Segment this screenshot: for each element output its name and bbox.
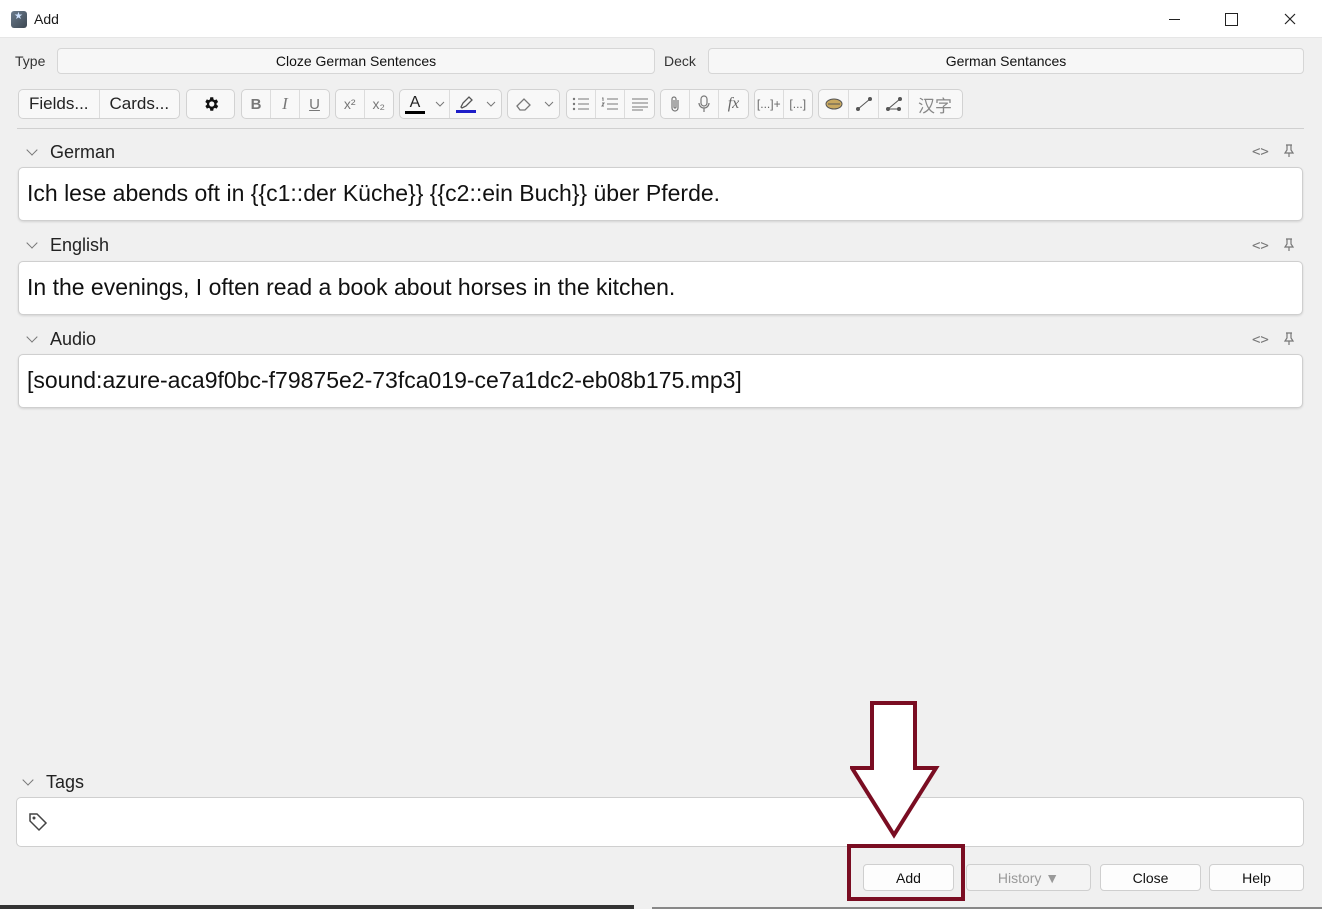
microphone-icon xyxy=(698,95,710,112)
unordered-list-button[interactable] xyxy=(567,90,596,118)
pin-icon[interactable] xyxy=(1283,238,1295,255)
chevron-down-icon xyxy=(435,101,444,107)
anki-app-icon xyxy=(11,11,27,28)
field-label-audio: Audio xyxy=(50,329,97,349)
chevron-down-icon xyxy=(486,101,496,107)
deck-selector[interactable]: German Sentances xyxy=(708,48,1304,74)
cloze-same-button[interactable]: [...] xyxy=(784,90,812,118)
eraser-icon xyxy=(515,98,531,111)
chevron-down-icon xyxy=(544,101,554,107)
settings-group xyxy=(186,89,235,119)
gear-icon xyxy=(204,97,218,111)
italic-button[interactable]: I xyxy=(271,90,300,118)
paperclip-icon xyxy=(671,96,679,112)
script-group: x² x₂ xyxy=(335,89,394,119)
annotation-down-arrow-icon xyxy=(850,701,940,839)
history-button[interactable]: History ▼ xyxy=(966,864,1091,891)
field-audio-icons: <> xyxy=(1252,332,1295,349)
remove-formatting-dropdown[interactable] xyxy=(539,90,559,118)
collapse-audio-chevron-icon[interactable] xyxy=(26,331,38,343)
color-group: A xyxy=(399,89,502,119)
settings-button[interactable] xyxy=(187,90,234,118)
highlight-color-dropdown[interactable] xyxy=(481,90,501,118)
tag-editor[interactable] xyxy=(16,797,1304,847)
cloze-group: [...]+ [...] xyxy=(754,89,813,119)
field-english-icons: <> xyxy=(1252,238,1295,255)
collapse-german-chevron-icon[interactable] xyxy=(26,144,38,156)
note-type-selector[interactable]: Cloze German Sentences xyxy=(57,48,655,74)
field-label-german: German xyxy=(50,142,116,162)
close-button[interactable]: Close xyxy=(1100,864,1201,891)
title-bar: Add xyxy=(0,0,1322,38)
html-editor-toggle-icon[interactable]: <> xyxy=(1252,238,1269,255)
eraser-group xyxy=(507,89,560,119)
text-style-group: B I U xyxy=(241,89,330,119)
field-editor-audio[interactable]: [sound:azure-aca9f0bc-f79875e2-73fca019-… xyxy=(18,354,1303,408)
help-button[interactable]: Help xyxy=(1209,864,1304,891)
html-editor-toggle-icon[interactable]: <> xyxy=(1252,144,1269,161)
field-label-english: English xyxy=(50,235,110,255)
tag-icon xyxy=(29,813,48,832)
type-label: Type xyxy=(15,53,46,69)
toolbar-divider xyxy=(17,128,1304,129)
superscript-button[interactable]: x² xyxy=(336,90,365,118)
tts-addon-icon xyxy=(825,98,842,110)
text-color-button[interactable]: A xyxy=(400,90,430,118)
text-color-swatch xyxy=(405,110,425,114)
math-button[interactable]: fx xyxy=(719,90,748,118)
close-icon xyxy=(1284,13,1296,25)
collapse-tags-chevron-icon[interactable] xyxy=(22,774,34,786)
collapse-english-chevron-icon[interactable] xyxy=(26,237,38,249)
notetype-buttons-group: Fields... Cards... xyxy=(18,89,180,119)
pin-icon[interactable] xyxy=(1283,332,1295,349)
attach-button[interactable] xyxy=(661,90,690,118)
minimize-button[interactable] xyxy=(1145,0,1203,38)
cards-button[interactable]: Cards... xyxy=(100,90,180,118)
highlight-color-button[interactable] xyxy=(450,90,481,118)
field-editor-german[interactable]: Ich lese abends oft in {{c1::der Küche}}… xyxy=(18,167,1303,221)
align-icon xyxy=(631,98,648,111)
tags-label: Tags xyxy=(46,772,85,792)
field-german-icons: <> xyxy=(1252,144,1295,161)
record-audio-button[interactable] xyxy=(690,90,719,118)
cloze-new-button[interactable]: [...]+ xyxy=(755,90,784,118)
field-editor-english[interactable]: In the evenings, I often read a book abo… xyxy=(18,261,1303,315)
html-editor-toggle-icon[interactable]: <> xyxy=(1252,332,1269,349)
media-group: fx xyxy=(660,89,749,119)
node-line-icon xyxy=(855,97,872,111)
image-occlusion-button[interactable] xyxy=(819,90,849,118)
deck-label: Deck xyxy=(664,53,696,69)
numbered-list-icon xyxy=(601,97,618,110)
maximize-button[interactable] xyxy=(1202,0,1260,38)
node-graph-icon xyxy=(885,97,902,111)
highlighter-icon xyxy=(459,96,473,109)
alignment-button[interactable] xyxy=(625,90,654,118)
highlight-color-swatch xyxy=(455,110,476,113)
pin-icon[interactable] xyxy=(1283,144,1295,161)
bullet-list-icon xyxy=(572,97,589,111)
underline-button[interactable]: U xyxy=(300,90,329,118)
window-title: Add xyxy=(34,11,59,27)
addon-link-button-1[interactable] xyxy=(849,90,879,118)
remove-formatting-button[interactable] xyxy=(508,90,539,118)
close-window-button[interactable] xyxy=(1261,0,1319,38)
bold-button[interactable]: B xyxy=(242,90,271,118)
subscript-button[interactable]: x₂ xyxy=(365,90,393,118)
add-button-highlight-box xyxy=(847,844,965,901)
ordered-list-button[interactable] xyxy=(596,90,625,118)
chinese-characters-button[interactable]: 汉字 xyxy=(909,90,961,118)
addon-group: 汉字 xyxy=(818,89,963,119)
list-group xyxy=(566,89,655,119)
fields-button[interactable]: Fields... xyxy=(19,90,100,118)
addon-link-button-2[interactable] xyxy=(879,90,909,118)
text-color-letter: A xyxy=(409,93,421,111)
taskbar-edge xyxy=(0,905,634,909)
text-color-dropdown[interactable] xyxy=(430,90,450,118)
